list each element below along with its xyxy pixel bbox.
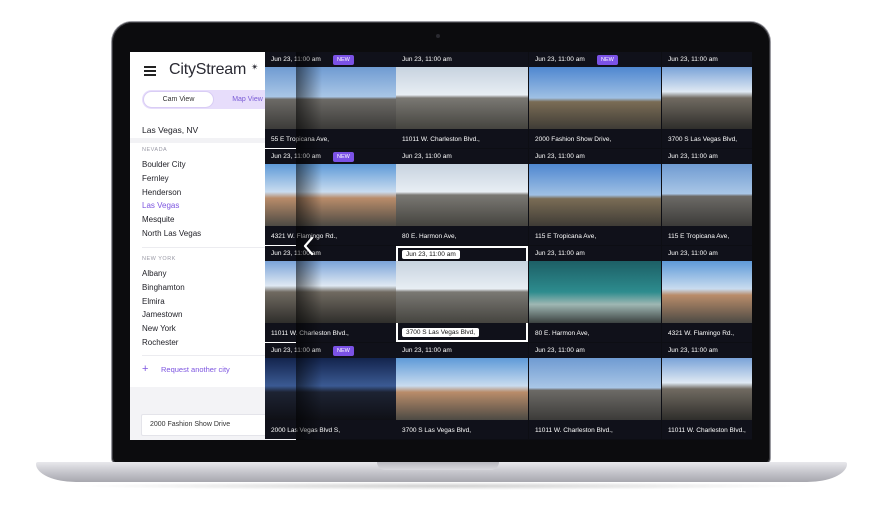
camera-snapshot: [396, 164, 528, 226]
camera-address: 11011 W. Charleston Blvd.,: [535, 427, 613, 434]
camera-snapshot: [662, 358, 752, 420]
address-card[interactable]: 2000 Fashion Show Drive: [141, 414, 285, 436]
camera-grid: Jun 23, 11:00 am NEW 55 E Tropicana Ave, Ju…: [265, 52, 752, 440]
camera-timestamp: Jun 23, 11:00 am: [535, 153, 585, 160]
camera-snapshot: [529, 67, 661, 129]
camera-tile[interactable]: Jun 23, 11:00 am 11011 W. Charleston Blvd…: [396, 52, 528, 148]
camera-tile[interactable]: Jun 23, 11:00 am 11011 W. Charleston Blvd…: [265, 246, 397, 342]
camera-address: 11011 W. Charleston Blvd.,: [668, 427, 746, 434]
city-item-albany[interactable]: Albany: [142, 269, 166, 278]
camera-address: 3700 S Las Vegas Blvd,: [668, 136, 738, 143]
new-badge: NEW: [333, 346, 354, 356]
camera-tile[interactable]: Jun 23, 11:00 am NEW 55 E Tropicana Ave,: [265, 52, 397, 148]
camera-timestamp: Jun 23, 11:00 am: [402, 250, 460, 259]
city-item-north-las-vegas[interactable]: North Las Vegas: [142, 229, 201, 238]
city-item-mesquite[interactable]: Mesquite: [142, 215, 174, 224]
city-dropdown-value: Las Vegas, NV: [142, 125, 199, 135]
camera-tile[interactable]: Jun 23, 11:00 am 115 E Tropicana Ave,: [662, 149, 752, 245]
camera-address: 55 E Tropicana Ave,: [271, 136, 330, 143]
camera-snapshot: [662, 67, 752, 129]
cam-view-button[interactable]: Cam View: [144, 92, 213, 107]
camera-timestamp: Jun 23, 11:00 am: [271, 153, 321, 160]
camera-tile[interactable]: Jun 23, 11:00 am 80 E. Harmon Ave,: [529, 246, 661, 342]
divider: [142, 247, 284, 248]
camera-timestamp: Jun 23, 11:00 am: [271, 347, 321, 354]
plus-icon: +: [142, 363, 149, 375]
city-item-henderson[interactable]: Henderson: [142, 188, 181, 197]
address-card-text: 2000 Fashion Show Drive: [150, 421, 231, 428]
camera-address: 115 E Tropicana Ave,: [668, 233, 730, 240]
laptop-shadow: [70, 482, 814, 490]
camera-tile[interactable]: Jun 23, 11:00 am NEW 2000 Fashion Show Dri…: [529, 52, 661, 148]
camera-snapshot: [396, 67, 528, 129]
city-item-rochester[interactable]: Rochester: [142, 338, 178, 347]
camera-address: 3700 S Las Vegas Blvd,: [402, 328, 480, 337]
new-badge: NEW: [597, 55, 618, 65]
camera-timestamp: Jun 23, 11:00 am: [402, 347, 452, 354]
city-item-boulder-city[interactable]: Boulder City: [142, 160, 186, 169]
new-badge: NEW: [333, 55, 354, 65]
camera-timestamp: Jun 23, 11:00 am: [668, 56, 718, 63]
camera-timestamp: Jun 23, 11:00 am: [402, 56, 452, 63]
camera-snapshot: [529, 164, 661, 226]
chevron-left-icon[interactable]: [302, 235, 316, 257]
camera-snapshot: [529, 358, 661, 420]
camera-address: 11011 W. Charleston Blvd.,: [402, 136, 480, 143]
camera-tile[interactable]: Jun 23, 11:00 am 115 E Tropicana Ave,: [529, 149, 661, 245]
camera-address: 3700 S Las Vegas Blvd,: [402, 427, 472, 434]
camera-snapshot: [396, 261, 528, 323]
camera-timestamp: Jun 23, 11:00 am: [535, 56, 585, 63]
camera-snapshot: [529, 261, 661, 323]
camera-tile[interactable]: Jun 23, 11:00 am 3700 S Las Vegas Blvd,: [396, 343, 528, 439]
camera-snapshot: [265, 358, 397, 420]
camera-tile[interactable]: Jun 23, 11:00 am 4321 W. Flamingo Rd.,: [662, 246, 752, 342]
camera-address: 115 E Tropicana Ave,: [535, 233, 597, 240]
camera-snapshot: [662, 164, 752, 226]
request-city-label: Request another city: [161, 365, 230, 374]
city-item-fernley[interactable]: Fernley: [142, 174, 169, 183]
camera-address: 80 E. Harmon Ave,: [535, 330, 590, 337]
state-heading-new-york: NEW YORK: [142, 256, 176, 262]
camera-address: 2000 Fashion Show Drive,: [535, 136, 612, 143]
camera-timestamp: Jun 23, 11:00 am: [668, 250, 718, 257]
new-badge: NEW: [333, 152, 354, 162]
laptop-notch: [377, 462, 499, 470]
webcam: [436, 34, 440, 38]
camera-snapshot: [265, 164, 397, 226]
camera-snapshot: [396, 358, 528, 420]
city-item-elmira[interactable]: Elmira: [142, 297, 165, 306]
camera-timestamp: Jun 23, 11:00 am: [535, 347, 585, 354]
camera-tile[interactable]: Jun 23, 11:00 am 80 E. Harmon Ave,: [396, 149, 528, 245]
camera-tile[interactable]: Jun 23, 11:00 am NEW 4321 W. Flamingo Rd.,: [265, 149, 397, 245]
camera-tile[interactable]: Jun 23, 11:00 am 11011 W. Charleston Blvd…: [529, 343, 661, 439]
state-heading-nevada: NEVADA: [142, 147, 168, 153]
camera-timestamp: Jun 23, 11:00 am: [668, 347, 718, 354]
camera-timestamp: Jun 23, 11:00 am: [402, 153, 452, 160]
camera-address: 80 E. Harmon Ave,: [402, 233, 457, 240]
camera-tile[interactable]: Jun 23, 11:00 am 3700 S Las Vegas Blvd,: [396, 246, 528, 342]
camera-timestamp: Jun 23, 11:00 am: [271, 56, 321, 63]
camera-snapshot: [265, 261, 397, 323]
camera-address: 2000 Las Vegas Blvd S,: [271, 427, 341, 434]
logo-mark-icon: ✴: [251, 62, 259, 72]
screen: CityStream ✴ Cam View Map View Las Vegas…: [130, 52, 752, 440]
camera-timestamp: Jun 23, 11:00 am: [535, 250, 585, 257]
camera-address: 4321 W. Flamingo Rd.,: [668, 330, 735, 337]
camera-tile[interactable]: Jun 23, 11:00 am 3700 S Las Vegas Blvd,: [662, 52, 752, 148]
camera-address: 11011 W. Charleston Blvd.,: [271, 330, 349, 337]
city-item-las-vegas[interactable]: Las Vegas: [142, 201, 179, 210]
city-item-jamestown[interactable]: Jamestown: [142, 310, 182, 319]
camera-timestamp: Jun 23, 11:00 am: [668, 153, 718, 160]
city-item-binghamton[interactable]: Binghamton: [142, 283, 185, 292]
camera-tile[interactable]: Jun 23, 11:00 am 11011 W. Charleston Blvd…: [662, 343, 752, 439]
city-item-new-york[interactable]: New York: [142, 324, 176, 333]
view-toggle: Cam View Map View: [142, 90, 284, 109]
camera-tile[interactable]: Jun 23, 11:00 am NEW 2000 Las Vegas Blvd S…: [265, 343, 397, 439]
divider: [142, 355, 284, 356]
hamburger-icon[interactable]: [144, 66, 156, 76]
camera-snapshot: [662, 261, 752, 323]
app-logo: CityStream: [169, 61, 247, 78]
camera-snapshot: [265, 67, 397, 129]
